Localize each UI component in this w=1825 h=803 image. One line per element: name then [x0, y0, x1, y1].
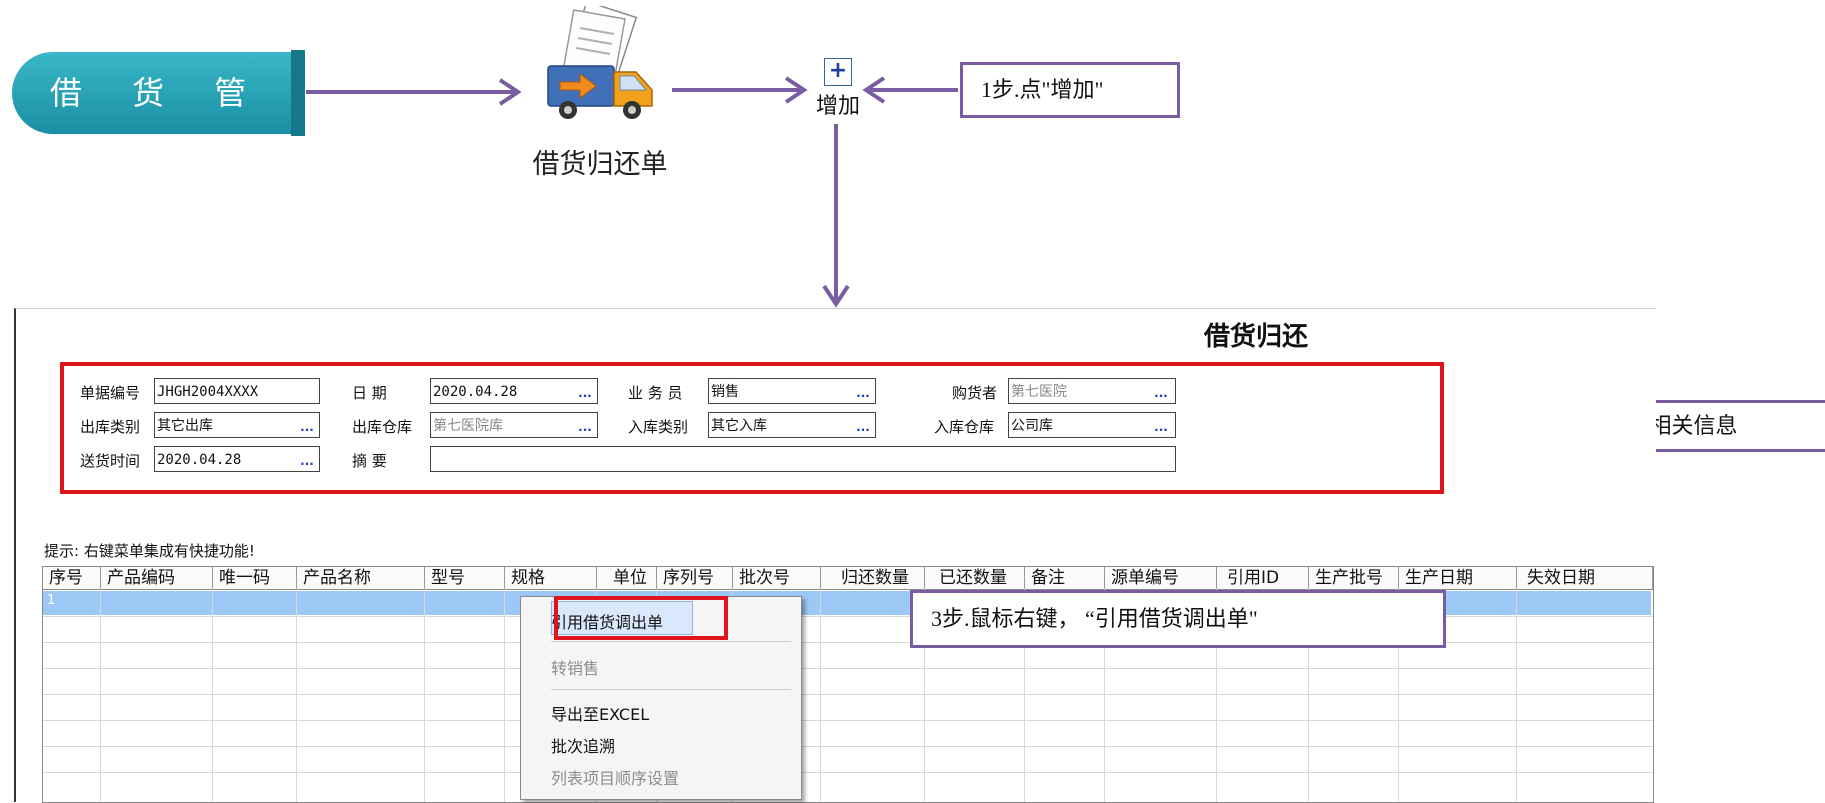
callout-step1: 1步.点"增加": [960, 62, 1180, 118]
col-divider: [1516, 589, 1517, 802]
summary-field[interactable]: [430, 446, 1176, 472]
in-warehouse-label: 入库仓库: [934, 418, 995, 436]
in-warehouse-lookup-icon[interactable]: ...: [1154, 421, 1168, 436]
salesman-lookup-icon[interactable]: ...: [856, 387, 870, 402]
col-header-expiry-date[interactable]: 失效日期: [1517, 567, 1653, 589]
col-divider: [212, 589, 213, 802]
col-header-spec[interactable]: 规格: [505, 567, 597, 589]
col-header-remark[interactable]: 备注: [1025, 567, 1105, 589]
row-divider: [43, 746, 1653, 747]
out-warehouse-field[interactable]: 第七医院库: [430, 412, 598, 438]
menu-item-column-order[interactable]: 列表项目顺序设置: [551, 765, 679, 789]
ship-time-lookup-icon[interactable]: ...: [300, 455, 314, 470]
col-header-ref-id[interactable]: 引用ID: [1217, 567, 1309, 589]
date-lookup-icon[interactable]: ...: [578, 387, 592, 402]
callout-step3: 3步.鼠标右键， “引用借货调出单": [910, 590, 1446, 648]
menu-separator: [551, 689, 791, 690]
in-warehouse-field[interactable]: 公司库: [1008, 412, 1176, 438]
doc-no-field[interactable]: JHGH2004XXXX: [154, 378, 320, 404]
col-header-serial[interactable]: 序列号: [657, 567, 733, 589]
salesman-label: 业 务 员: [628, 384, 683, 402]
out-warehouse-lookup-icon[interactable]: ...: [578, 421, 592, 436]
out-type-label: 出库类别: [80, 418, 141, 436]
col-header-batch[interactable]: 批次号: [733, 567, 821, 589]
col-divider: [820, 589, 821, 802]
row-number: 1: [47, 593, 56, 608]
ship-time-field[interactable]: 2020.04.28: [154, 446, 320, 472]
truck-icon: [547, 0, 653, 119]
col-header-return-qty[interactable]: 归还数量: [821, 567, 925, 589]
col-header-index[interactable]: 序号: [43, 567, 101, 589]
col-header-unit[interactable]: 单位: [597, 567, 657, 589]
col-divider: [504, 589, 505, 802]
in-type-field[interactable]: 其它入库: [708, 412, 876, 438]
tip-text: 提示: 右键菜单集成有快捷功能!: [44, 542, 255, 560]
in-type-label: 入库类别: [628, 418, 689, 436]
borrow-return-doc-label: 借货归还单: [532, 149, 668, 180]
col-divider: [424, 589, 425, 802]
col-header-mfg-date[interactable]: 生产日期: [1399, 567, 1517, 589]
col-divider: [100, 589, 101, 802]
col-header-lot-no[interactable]: 生产批号: [1309, 567, 1399, 589]
summary-label: 摘 要: [352, 452, 387, 470]
buyer-field[interactable]: 第七医院: [1008, 378, 1176, 404]
add-button-label[interactable]: 增加: [808, 88, 868, 120]
salesman-field[interactable]: 销售: [708, 378, 876, 404]
out-type-lookup-icon[interactable]: ...: [300, 421, 314, 436]
menu-separator: [551, 641, 791, 642]
menu-item-convert-to-sale[interactable]: 转销售: [551, 655, 599, 679]
row-divider: [43, 720, 1653, 721]
date-label: 日 期: [352, 384, 387, 402]
row-divider: [43, 694, 1653, 695]
out-warehouse-label: 出库仓库: [352, 418, 413, 436]
in-type-lookup-icon[interactable]: ...: [856, 421, 870, 436]
col-header-model[interactable]: 型号: [425, 567, 505, 589]
col-header-product-code[interactable]: 产品编码: [101, 567, 213, 589]
borrow-return-doc-icon[interactable]: [540, 0, 660, 130]
row-divider: [43, 668, 1653, 669]
menu-item-export-excel[interactable]: 导出至EXCEL: [551, 701, 649, 725]
col-divider: [296, 589, 297, 802]
buyer-lookup-icon[interactable]: ...: [1154, 387, 1168, 402]
col-header-source-no[interactable]: 源单编号: [1105, 567, 1217, 589]
row-divider: [43, 772, 1653, 773]
ship-time-label: 送货时间: [80, 452, 141, 470]
out-type-field[interactable]: 其它出库: [154, 412, 320, 438]
buyer-label: 购货者: [952, 384, 998, 402]
col-header-unique-code[interactable]: 唯一码: [213, 567, 297, 589]
col-header-returned-qty[interactable]: 已还数量: [925, 567, 1025, 589]
add-plus-icon[interactable]: +: [824, 58, 852, 86]
doc-no-label: 单据编号: [80, 384, 141, 402]
menu-item-batch-trace[interactable]: 批次追溯: [551, 733, 615, 757]
menu-item-highlight: [554, 596, 728, 640]
col-header-product-name[interactable]: 产品名称: [297, 567, 425, 589]
window-title: 借货归还: [1204, 322, 1309, 352]
date-field[interactable]: 2020.04.28: [430, 378, 598, 404]
